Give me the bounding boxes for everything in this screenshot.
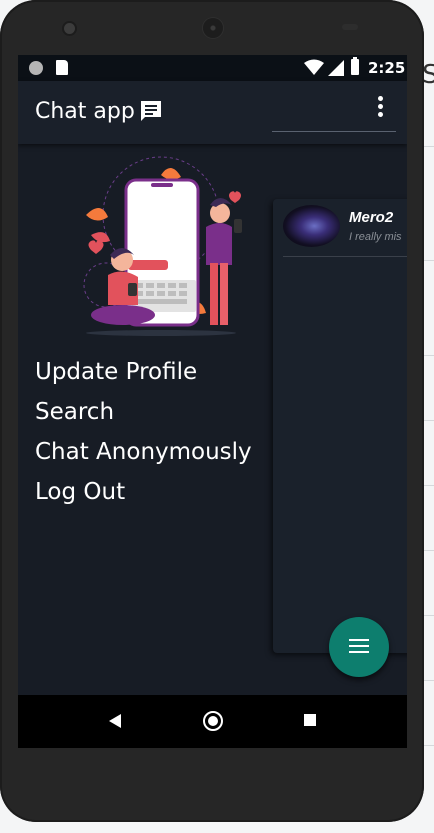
menu-icon [349, 639, 369, 657]
menu-fab-button[interactable] [329, 617, 389, 677]
app-bar: Chat app [18, 81, 407, 144]
battery-icon [351, 57, 359, 75]
earpiece-speaker [203, 18, 223, 38]
front-camera [64, 23, 75, 34]
menu-update-profile[interactable]: Update Profile [35, 355, 252, 395]
chat-last-message: I really mis [349, 231, 402, 243]
back-icon[interactable] [109, 714, 121, 728]
avatar [283, 205, 340, 247]
signal-icon [328, 60, 344, 76]
notification-circle-icon [29, 61, 43, 75]
home-icon[interactable] [203, 711, 223, 731]
drawer-illustration [83, 156, 242, 336]
search-underline [272, 131, 396, 132]
menu-chat-anonymously[interactable]: Chat Anonymously [35, 435, 252, 475]
wifi-icon [304, 59, 324, 75]
chat-divider [283, 256, 407, 257]
list-item[interactable]: Mero2 I really mis [273, 199, 407, 259]
app-title: Chat app [35, 99, 135, 124]
recents-icon[interactable] [304, 714, 316, 726]
status-time: 2:25 [368, 59, 406, 77]
menu-search[interactable]: Search [35, 395, 252, 435]
phone-screen: 2:25 Chat app Update Profile Search Chat… [18, 55, 407, 748]
phone-frame: 2:25 Chat app Update Profile Search Chat… [0, 0, 424, 822]
chat-name: Mero2 [349, 209, 394, 226]
chat-list-panel: Mero2 I really mis [273, 199, 407, 653]
proximity-sensor [342, 24, 358, 30]
more-vert-icon[interactable] [378, 96, 384, 120]
navigation-bar [18, 695, 407, 748]
chat-icon [141, 101, 161, 121]
status-bar: 2:25 [18, 55, 407, 81]
menu-log-out[interactable]: Log Out [35, 475, 252, 515]
sd-card-icon [56, 60, 68, 75]
drawer-menu: Update Profile Search Chat Anonymously L… [35, 355, 252, 515]
